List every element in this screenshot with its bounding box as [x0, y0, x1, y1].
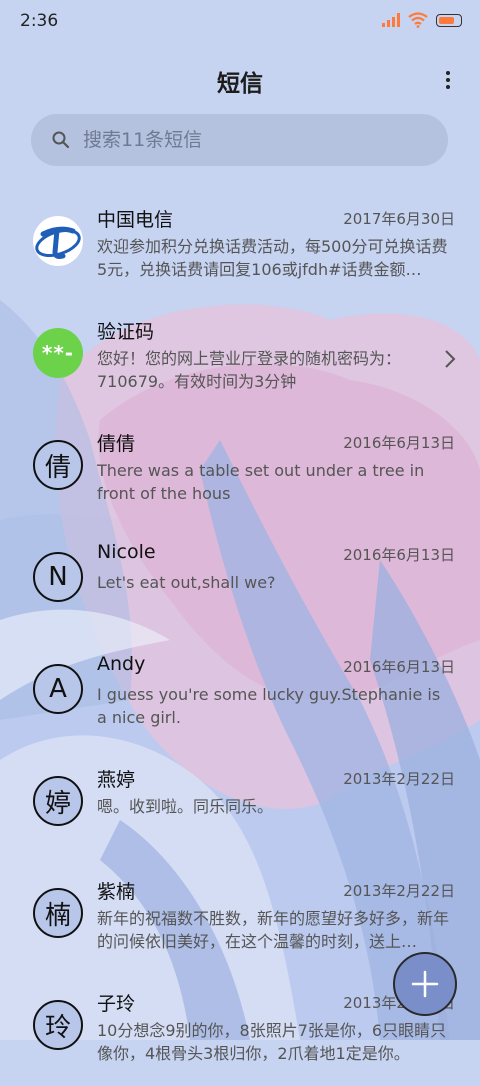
- battery-icon: [436, 13, 462, 27]
- conversation-item[interactable]: 婷 燕婷 2013年2月22日 嗯。收到啦。同乐同乐。: [0, 750, 480, 862]
- conversation-date: 2016年6月13日: [343, 546, 455, 564]
- conversation-item[interactable]: A Andy 2016年6月13日 I guess you're some lu…: [0, 638, 480, 750]
- search-input[interactable]: [81, 128, 425, 152]
- conversation-name: 燕婷: [97, 769, 136, 791]
- conversation-item[interactable]: 倩 倩倩 2016年6月13日 There was a table set ou…: [0, 414, 480, 526]
- status-time: 2:36: [20, 11, 59, 31]
- avatar: A: [33, 664, 83, 714]
- conversation-preview: 您好！您的网上营业厅登录的随机密码为：710679。有效时间为3分钟: [97, 349, 402, 391]
- conversation-preview: 嗯。收到啦。同乐同乐。: [97, 797, 274, 816]
- avatar: 玲: [33, 1000, 83, 1050]
- conversation-name: 验证码: [97, 321, 155, 343]
- avatar: 婷: [33, 776, 83, 826]
- conversation-name: Nicole: [97, 541, 156, 563]
- conversation-date: 2017年6月30日: [343, 210, 455, 228]
- conversation-preview: 欢迎参加积分兑换话费活动，每500分可兑换话费5元，兑换话费请回复106或jfd…: [97, 237, 448, 279]
- avatar: **-: [33, 328, 83, 378]
- china-telecom-logo-icon: [33, 216, 83, 266]
- conversation-preview: Let's eat out,shall we?: [97, 573, 276, 592]
- conversation-item[interactable]: **- 验证码 您好！您的网上营业厅登录的随机密码为：710679。有效时间为3…: [0, 302, 480, 414]
- conversation-preview: 10分想念9别的你，8张照片7张是你，6只眼睛只像你，4根骨头3根归你，2爪着地…: [97, 1021, 447, 1063]
- conversation-preview: There was a table set out under a tree i…: [97, 461, 425, 503]
- avatar: 倩: [33, 440, 83, 490]
- conversation-name: 中国电信: [97, 209, 174, 231]
- conversation-preview: I guess you're some lucky guy.Stephanie …: [97, 685, 441, 727]
- conversation-list: 中国电信 2017年6月30日 欢迎参加积分兑换话费活动，每500分可兑换话费5…: [0, 190, 480, 1086]
- search-icon: [52, 131, 70, 149]
- conversation-date: 2013年2月22日: [343, 770, 455, 788]
- status-bar: 2:36: [0, 0, 480, 44]
- page-title: 短信: [217, 71, 263, 97]
- conversation-item[interactable]: 中国电信 2017年6月30日 欢迎参加积分兑换话费活动，每500分可兑换话费5…: [0, 190, 480, 302]
- status-icons: [382, 12, 462, 28]
- signal-icon: [382, 13, 400, 27]
- new-message-button[interactable]: [393, 952, 457, 1016]
- conversation-name: 子玲: [97, 993, 136, 1015]
- conversation-name: Andy: [97, 653, 146, 675]
- wifi-icon: [408, 12, 428, 28]
- conversation-date: 2016年6月13日: [343, 434, 455, 452]
- conversation-date: 2013年2月22日: [343, 882, 455, 900]
- conversation-item[interactable]: N Nicole 2016年6月13日 Let's eat out,shall …: [0, 526, 480, 638]
- plus-icon: [411, 970, 439, 998]
- conversation-preview: 新年的祝福数不胜数，新年的愿望好多好多，新年的问候依旧美好，在这个温馨的时刻，送…: [97, 909, 450, 951]
- more-vertical-icon[interactable]: [440, 68, 456, 92]
- conversation-date: 2016年6月13日: [343, 658, 455, 676]
- battery-level: [439, 16, 454, 24]
- search-bar[interactable]: [31, 114, 448, 166]
- avatar: N: [33, 552, 83, 602]
- avatar: 楠: [33, 888, 83, 938]
- conversation-name: 紫楠: [97, 881, 136, 903]
- app-header: 短信: [0, 54, 480, 104]
- conversation-name: 倩倩: [97, 433, 136, 455]
